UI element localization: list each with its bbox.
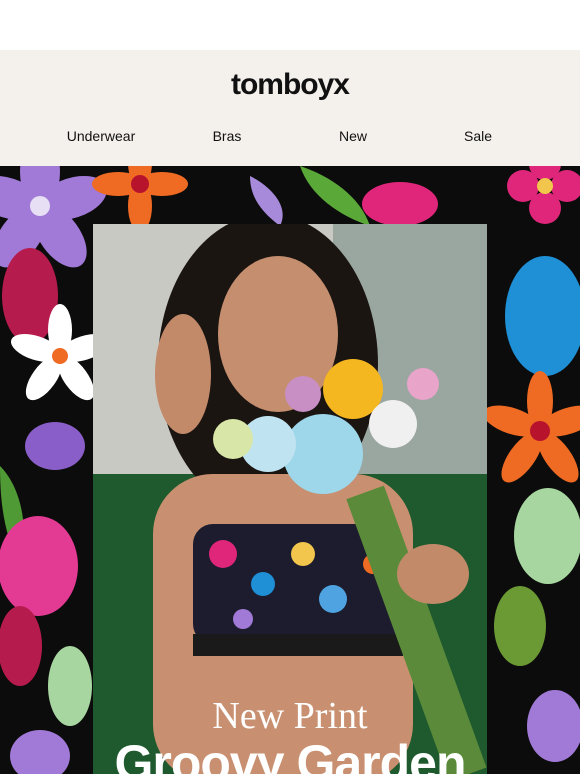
top-spacer bbox=[0, 0, 580, 50]
nav-item-new[interactable]: New bbox=[283, 128, 423, 144]
brand-logo[interactable]: tomboyx bbox=[0, 68, 580, 102]
nav-item-sale[interactable]: Sale bbox=[408, 128, 548, 144]
main-nav: Underwear Bras New Sale bbox=[0, 128, 580, 148]
hero-photo bbox=[93, 224, 487, 774]
hero-heading-print-name: Groovy Garden bbox=[114, 735, 467, 774]
nav-item-bras[interactable]: Bras bbox=[157, 128, 297, 144]
model-photo-illustration bbox=[93, 224, 487, 774]
email-header: tomboyx Underwear Bras New Sale bbox=[0, 50, 580, 166]
hero-heading-new-print: New Print bbox=[212, 695, 368, 737]
hero-banner[interactable]: New Print Groovy Garden bbox=[0, 166, 580, 774]
nav-item-underwear[interactable]: Underwear bbox=[31, 128, 171, 144]
